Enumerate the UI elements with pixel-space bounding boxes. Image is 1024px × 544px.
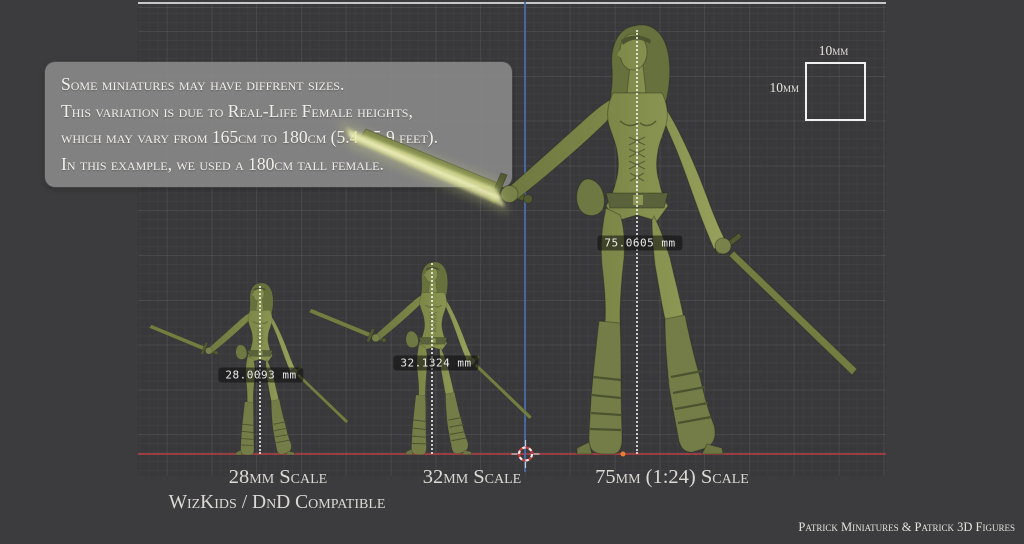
page: Some miniatures may have diffrent sizes.…: [0, 0, 1024, 544]
reference-square-top-label: 10mm: [805, 43, 862, 59]
scale-label-75mm: 75mm (1:24) Scale: [512, 466, 832, 489]
3d-cursor-icon: [512, 440, 540, 468]
credit-text: Patrick Miniatures & Patrick 3D Figures: [798, 520, 1015, 535]
object-origin-dot: [621, 452, 626, 457]
measurement-label-75mm: 75.0605 mm: [597, 236, 682, 251]
measurement-label-28mm: 28.0093 mm: [218, 368, 303, 383]
reference-square: [805, 62, 866, 121]
reference-square-side-label: 10mm: [735, 80, 799, 96]
measurement-label-32mm: 32.1324 mm: [393, 356, 478, 371]
scale-sublabel-wizkids: WizKids / DnD Compatible: [117, 492, 437, 514]
figures-layer: [0, 0, 1024, 544]
sword-glow-beam: [338, 120, 510, 215]
